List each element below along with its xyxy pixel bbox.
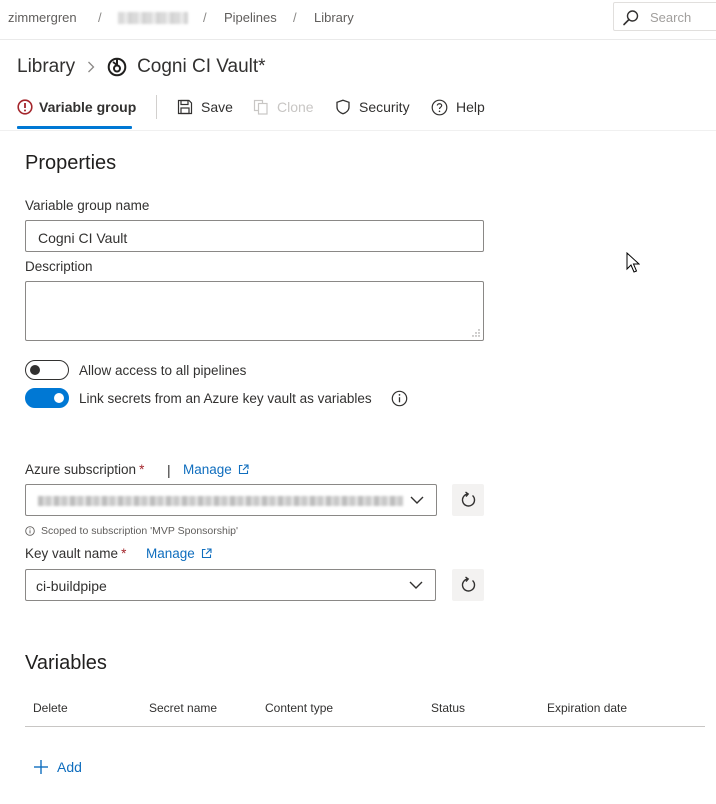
- keyvault-manage-link[interactable]: Manage: [146, 546, 212, 561]
- allow-all-pipelines-toggle[interactable]: [25, 360, 69, 380]
- required-marker: *: [121, 546, 127, 561]
- save-icon: [177, 99, 193, 115]
- refresh-icon: [461, 491, 476, 507]
- subscription-manage-link[interactable]: Manage: [183, 462, 249, 477]
- toggle-knob: [30, 365, 40, 375]
- tab-variable-group-label: Variable group: [39, 99, 137, 115]
- breadcrumb-separator: /: [293, 10, 297, 25]
- toolbar-divider: [156, 95, 157, 119]
- breadcrumb-separator: /: [98, 10, 102, 25]
- tab-variable-group[interactable]: Variable group: [17, 96, 136, 128]
- keyvault-manage-label: Manage: [146, 546, 195, 561]
- table-header-divider: [25, 726, 705, 727]
- plus-icon: [34, 760, 48, 774]
- chevron-down-icon: [409, 581, 423, 589]
- header-divider: [0, 130, 716, 131]
- azure-subscription-label: Azure subscription *: [25, 462, 144, 477]
- error-icon: [17, 99, 33, 115]
- variable-group-name-label: Variable group name: [25, 198, 150, 213]
- help-label: Help: [456, 99, 485, 115]
- azure-subscription-label-text: Azure subscription: [25, 462, 137, 477]
- info-icon[interactable]: [391, 390, 408, 407]
- search-icon: [623, 10, 639, 26]
- chevron-down-icon: [410, 496, 424, 504]
- link-secrets-label: Link secrets from an Azure key vault as …: [79, 391, 372, 406]
- save-label: Save: [201, 99, 233, 115]
- shield-icon: [336, 99, 350, 115]
- security-button[interactable]: Security: [335, 97, 410, 117]
- resize-grip-icon[interactable]: [472, 329, 480, 337]
- clone-label: Clone: [277, 99, 314, 115]
- variable-group-title: Cogni CI Vault*: [137, 56, 266, 77]
- description-textarea[interactable]: [25, 281, 484, 341]
- refresh-subscription-button[interactable]: [452, 484, 484, 516]
- breadcrumb-project-redacted[interactable]: [118, 12, 188, 24]
- breadcrumb-library[interactable]: Library: [314, 10, 354, 25]
- info-small-icon: [25, 526, 35, 536]
- key-vault-dropdown[interactable]: ci-buildpipe: [25, 569, 436, 601]
- page-title: Library Cogni CI Vault*: [17, 54, 266, 80]
- external-link-icon: [201, 548, 212, 559]
- mouse-cursor-icon: [626, 252, 640, 273]
- help-icon: [431, 99, 448, 115]
- variable-group-name-input[interactable]: Cogni CI Vault: [25, 220, 484, 252]
- top-bar: zimmergren / / Pipelines / Library Searc…: [0, 0, 716, 40]
- column-header-status[interactable]: Status: [431, 701, 465, 715]
- save-button[interactable]: Save: [177, 97, 233, 117]
- add-variable-button[interactable]: Add: [33, 757, 82, 777]
- refresh-keyvault-button[interactable]: [452, 569, 484, 601]
- column-header-delete: Delete: [33, 701, 68, 715]
- breadcrumb-separator: /: [203, 10, 207, 25]
- chevron-right-icon: [87, 61, 95, 73]
- active-tab-indicator: [17, 126, 132, 129]
- label-separator: |: [167, 462, 171, 478]
- search-box[interactable]: Search: [613, 2, 716, 31]
- refresh-icon: [461, 576, 476, 592]
- column-header-secret-name[interactable]: Secret name: [149, 701, 217, 715]
- required-marker: *: [139, 462, 145, 477]
- breadcrumb-org[interactable]: zimmergren: [8, 10, 77, 25]
- key-vault-label-text: Key vault name: [25, 546, 119, 561]
- clone-button[interactable]: Clone: [253, 97, 314, 117]
- help-button[interactable]: Help: [431, 97, 485, 117]
- variable-group-name-value: Cogni CI Vault: [38, 230, 128, 246]
- variables-heading: Variables: [25, 652, 107, 674]
- allow-all-pipelines-label: Allow access to all pipelines: [79, 363, 247, 378]
- title-library-link[interactable]: Library: [17, 56, 75, 78]
- add-variable-label: Add: [57, 759, 82, 775]
- subscription-value-redacted: [38, 496, 403, 506]
- toggle-knob: [54, 393, 64, 403]
- scope-hint-text: Scoped to subscription 'MVP Sponsorship': [41, 525, 239, 537]
- description-label: Description: [25, 259, 93, 274]
- column-header-expiration-date[interactable]: Expiration date: [547, 701, 627, 715]
- key-vault-label: Key vault name *: [25, 546, 126, 561]
- security-label: Security: [359, 99, 410, 115]
- search-placeholder: Search: [650, 10, 692, 25]
- column-header-content-type[interactable]: Content type: [265, 701, 333, 715]
- subscription-scope-hint: Scoped to subscription 'MVP Sponsorship': [25, 525, 238, 537]
- azure-subscription-dropdown[interactable]: [25, 484, 437, 516]
- library-variable-group-icon: [107, 57, 127, 77]
- clone-icon: [253, 99, 268, 115]
- subscription-manage-label: Manage: [183, 462, 232, 477]
- key-vault-value: ci-buildpipe: [36, 578, 107, 594]
- breadcrumb-pipelines[interactable]: Pipelines: [224, 10, 277, 25]
- link-secrets-toggle[interactable]: [25, 388, 69, 408]
- properties-heading: Properties: [25, 152, 117, 174]
- external-link-icon: [238, 464, 249, 475]
